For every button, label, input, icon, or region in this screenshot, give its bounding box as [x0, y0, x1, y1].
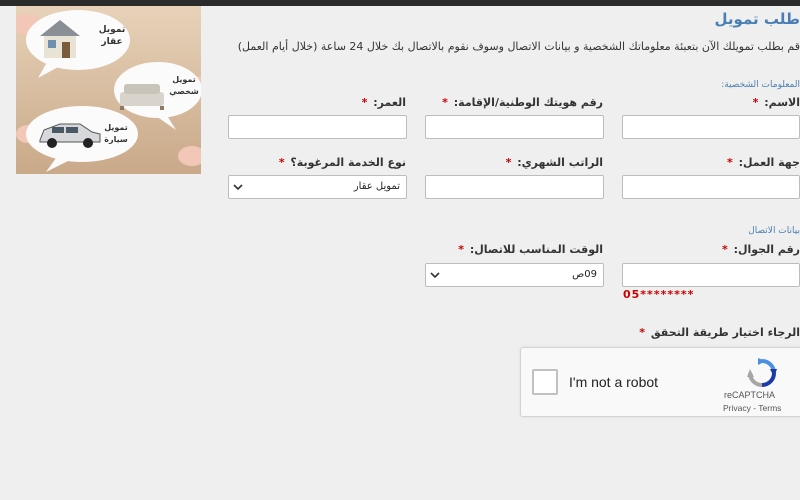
service-type-label: نوع الخدمة المرغوبة؟ *	[278, 156, 406, 169]
required-mark: *	[278, 156, 285, 169]
recaptcha-privacy-terms-links[interactable]: Privacy - Terms	[723, 403, 781, 413]
banner-car-text: سيارة	[104, 135, 128, 144]
page-title: طلب تمويل	[714, 10, 800, 28]
banner-personal-text: تمويل	[172, 75, 196, 84]
name-input[interactable]	[622, 115, 800, 139]
required-mark: *	[442, 96, 448, 109]
recaptcha-logo-icon	[747, 358, 777, 387]
financing-banner-image: تمويل عقار تمويل شخصي تمويل سيارة	[16, 6, 201, 174]
banner-real-estate-text: تمويل	[99, 25, 125, 35]
age-label: العمر: *	[361, 96, 406, 109]
required-mark: *	[721, 243, 728, 256]
monthly-salary-input[interactable]	[425, 175, 604, 199]
required-mark: *	[752, 96, 759, 109]
recaptcha-checkbox[interactable]	[532, 369, 558, 395]
national-id-label: رقم هويتك الوطنية/الإقامة: *	[442, 96, 603, 109]
chevron-down-icon	[430, 272, 440, 279]
service-type-value: تمويل عقار	[353, 181, 400, 192]
recaptcha-label: I'm not a robot	[569, 374, 659, 390]
required-mark: *	[726, 156, 733, 169]
contact-time-select[interactable]: 09ص	[425, 263, 604, 287]
national-id-input[interactable]	[425, 115, 604, 139]
mobile-input[interactable]	[622, 263, 800, 287]
chevron-down-icon	[233, 184, 243, 191]
loan-request-page: تمويل عقار تمويل شخصي تمويل سيارة طلب تم…	[0, 6, 800, 500]
required-mark: *	[458, 243, 464, 256]
banner-personal-text: شخصي	[169, 87, 199, 96]
recaptcha-widget: I'm not a robot reCAPTCHA Privacy - Term…	[520, 347, 800, 417]
employer-label: جهة العمل: *	[726, 156, 800, 169]
banner-car-text: تمويل	[104, 123, 128, 132]
contact-time-value: 09ص	[572, 269, 597, 280]
personal-info-section-title: المعلومات الشخصية:	[721, 80, 800, 90]
required-mark: *	[361, 96, 368, 109]
name-label: الاسم: *	[752, 96, 800, 109]
contact-info-section-title: بيانات الاتصال	[748, 226, 800, 236]
service-type-select[interactable]: تمويل عقار	[228, 175, 407, 199]
mobile-label: رقم الجوال: *	[721, 243, 800, 256]
age-input[interactable]	[228, 115, 407, 139]
employer-input[interactable]	[622, 175, 800, 199]
required-mark: *	[505, 156, 512, 169]
banner-real-estate-text: عقار	[100, 37, 122, 47]
intro-text: قم بطلب تمويلك الآن بتعبئة معلوماتك الشخ…	[237, 40, 800, 53]
required-mark: *	[639, 326, 646, 339]
recaptcha-brand: reCAPTCHA	[724, 390, 776, 400]
contact-time-label: الوقت المناسب للاتصال: *	[458, 243, 603, 256]
mobile-format-hint: 05********	[623, 288, 695, 301]
verification-label: الرجاء اختيار طريقة التحقق *	[639, 326, 800, 339]
monthly-salary-label: الراتب الشهري: *	[505, 156, 603, 169]
